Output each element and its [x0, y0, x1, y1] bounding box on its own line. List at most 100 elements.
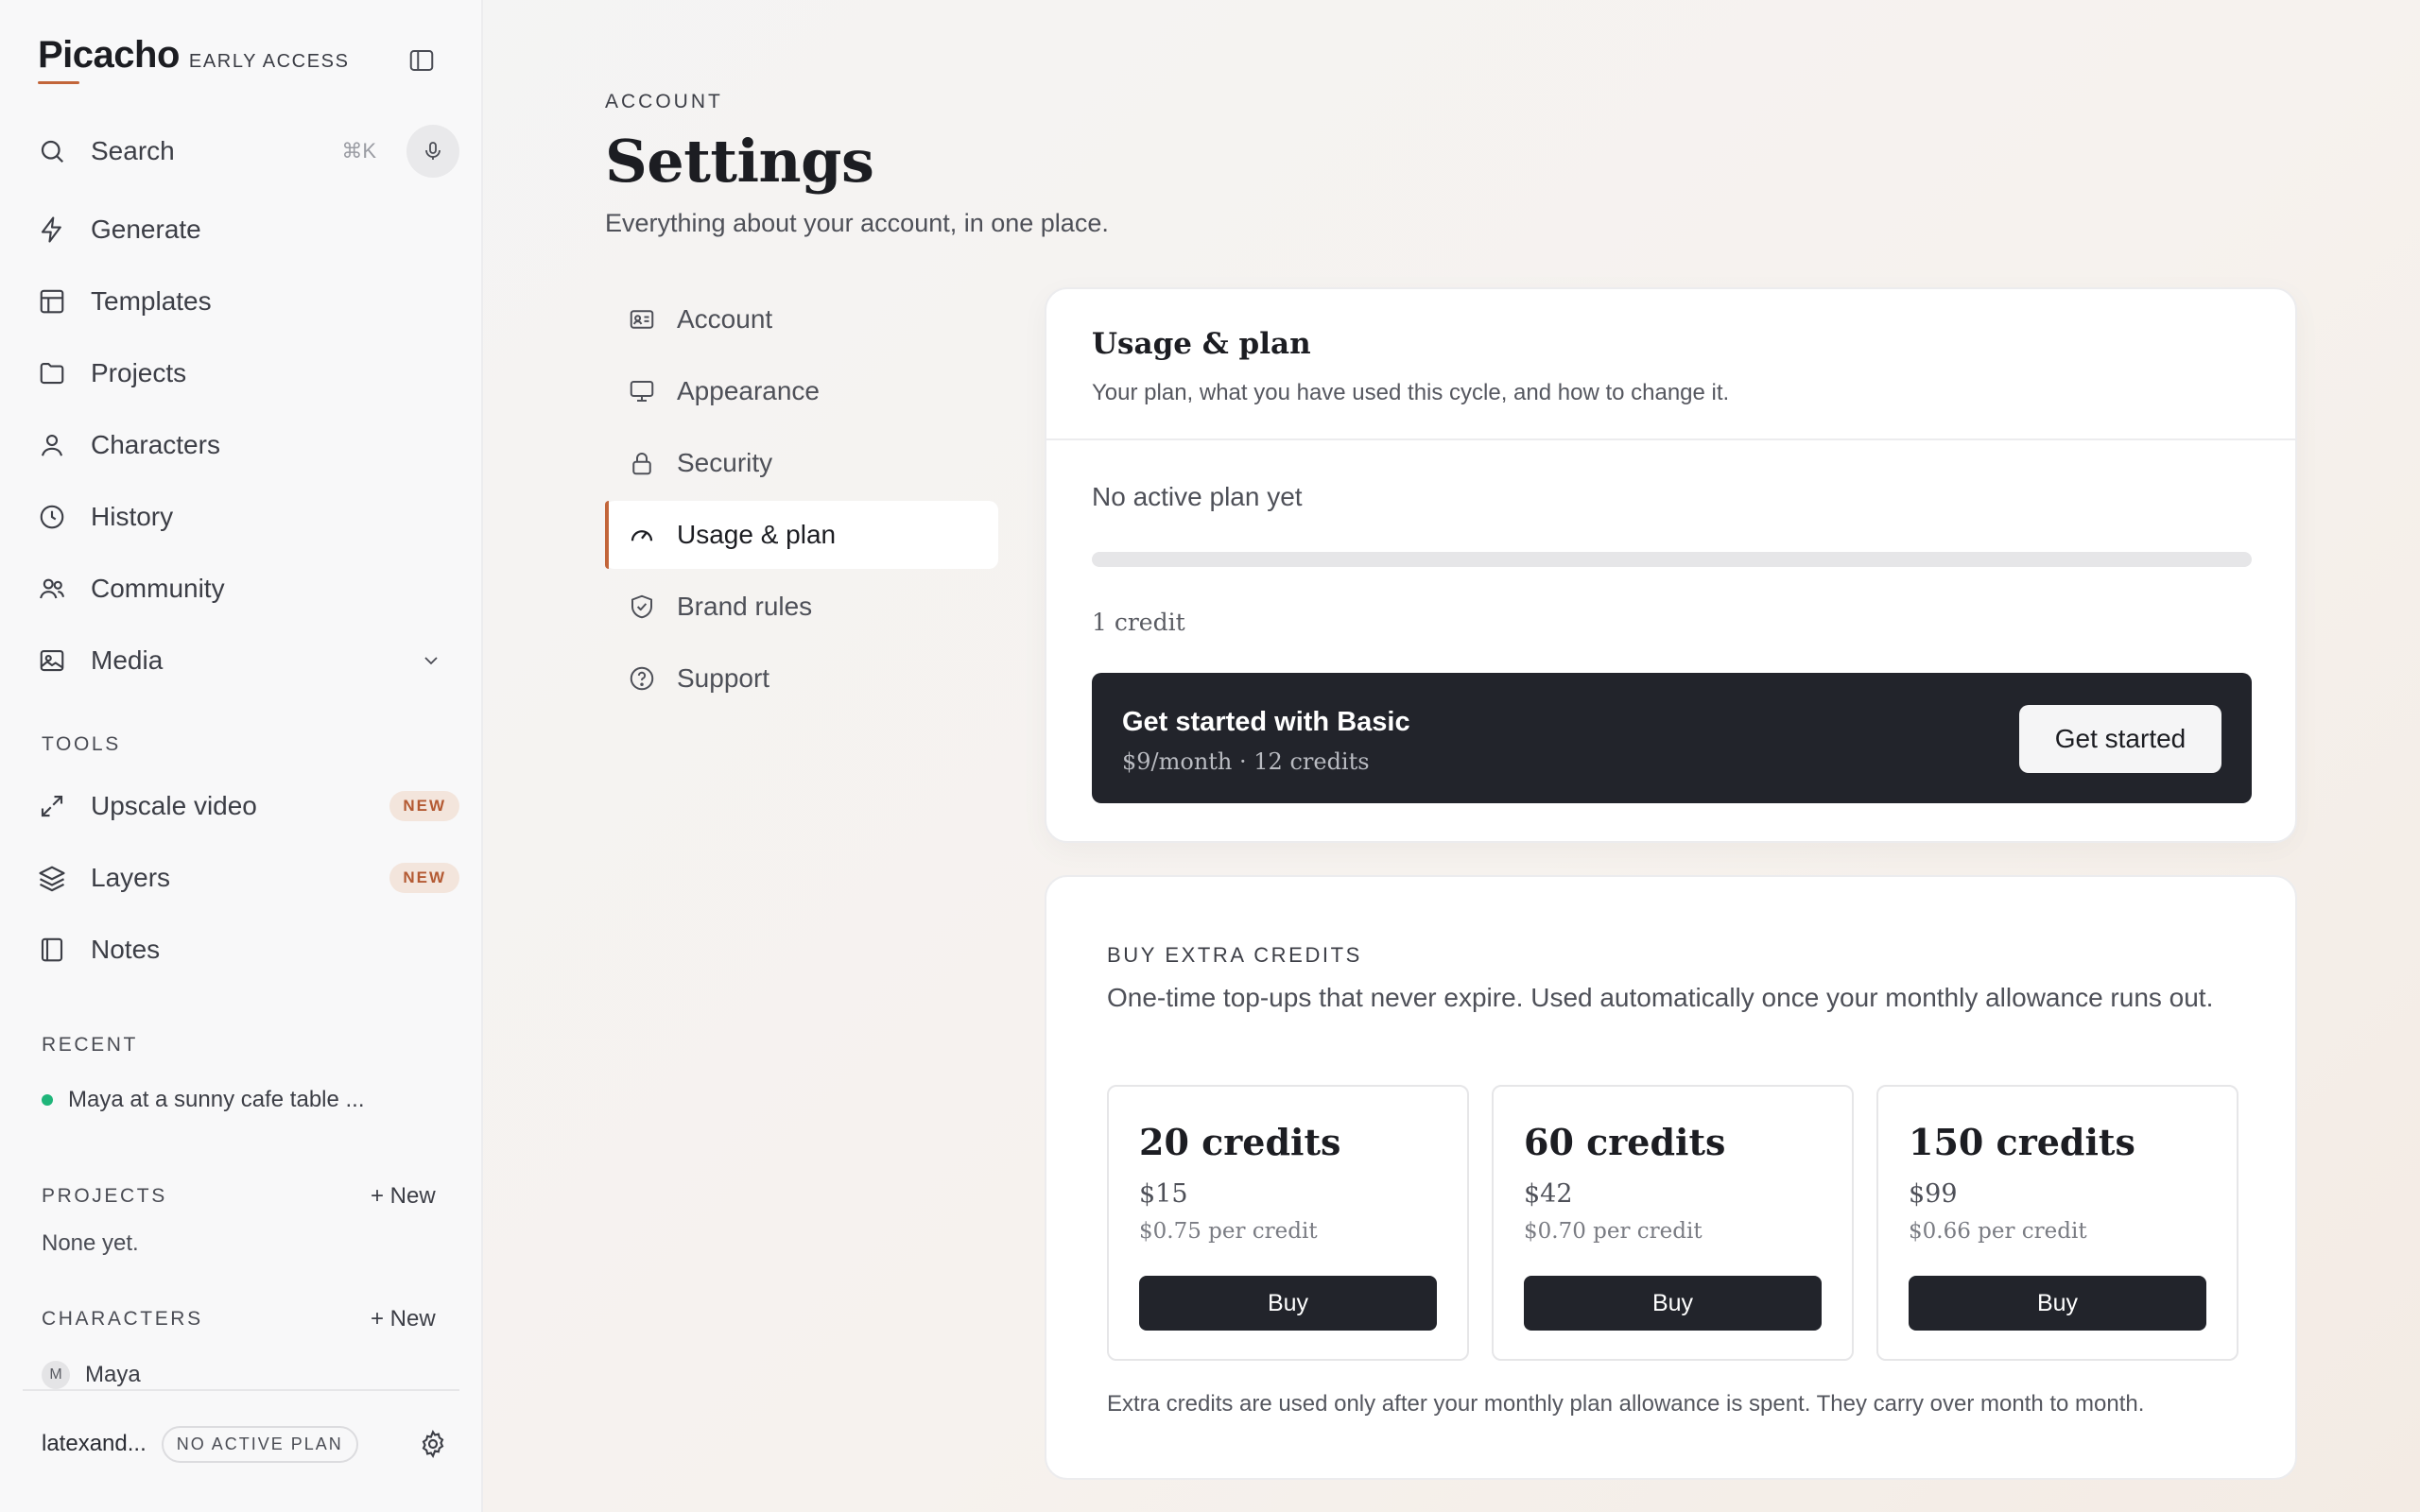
usage-plan-title: Usage & plan	[1092, 327, 1311, 361]
settings-tab-label: Appearance	[677, 376, 821, 405]
pack-title: 150 credits	[1909, 1121, 2135, 1163]
user-name[interactable]: latexand...	[42, 1431, 147, 1457]
notebook-icon	[38, 936, 76, 964]
settings-tab-brand-rules[interactable]: Brand rules	[605, 573, 998, 641]
collapse-sidebar-button[interactable]	[405, 43, 439, 77]
new-project-button[interactable]: + New	[371, 1183, 436, 1210]
page-subtitle: Everything about your account, in one pl…	[605, 209, 1109, 237]
buy-button[interactable]: Buy	[1909, 1276, 2206, 1331]
settings-tab-security[interactable]: Security	[605, 429, 998, 497]
characters-section-label: CHARACTERS	[42, 1308, 203, 1330]
settings-tab-label: Support	[677, 663, 770, 693]
character-item[interactable]: M Maya	[42, 1361, 141, 1389]
settings-button[interactable]	[418, 1429, 448, 1459]
tool-item-notes[interactable]: Notes	[38, 914, 459, 986]
pack-price: $15	[1139, 1179, 1188, 1209]
settings-tab-account[interactable]: Account	[605, 285, 998, 353]
credit-pack-150: 150 credits $99 $0.66 per credit Buy	[1876, 1085, 2238, 1361]
search-icon	[38, 137, 76, 165]
sidebar-footer: latexand... NO ACTIVE PLAN	[42, 1423, 448, 1465]
sidebar-toggle-icon	[409, 50, 434, 71]
nav-item-label: Media	[91, 645, 164, 675]
pack-price: $99	[1909, 1179, 1958, 1209]
recent-item[interactable]: Maya at a sunny cafe table ...	[42, 1087, 365, 1113]
new-badge: NEW	[389, 791, 459, 821]
nav-item-templates[interactable]: Templates	[38, 266, 459, 337]
usage-plan-header: Usage & plan Your plan, what you have us…	[1046, 289, 2295, 440]
status-dot	[42, 1094, 53, 1106]
nav-item-projects[interactable]: Projects	[38, 337, 459, 409]
extra-credits-description: One-time top-ups that never expire. Used…	[1107, 983, 2214, 1012]
nav-item-label: Characters	[91, 430, 220, 459]
microphone-icon	[425, 142, 441, 160]
tool-item-layers[interactable]: Layers NEW	[38, 842, 459, 914]
lightning-icon	[38, 215, 76, 244]
id-card-icon	[628, 305, 658, 334]
tool-item-upscale-video[interactable]: Upscale video NEW	[38, 770, 459, 842]
tools-list: Upscale video NEW Layers NEW Notes	[38, 770, 459, 986]
get-started-button[interactable]: Get started	[2019, 705, 2221, 773]
nav-item-label: Projects	[91, 358, 187, 387]
credit-pack-20: 20 credits $15 $0.75 per credit Buy	[1107, 1085, 1469, 1361]
promo-title: Get started with Basic	[1122, 707, 1410, 737]
settings-tab-usage-plan[interactable]: Usage & plan	[605, 501, 998, 569]
page-eyebrow: ACCOUNT	[605, 91, 723, 112]
settings-nav: Account Appearance Security Usage & plan…	[605, 285, 998, 716]
new-character-button[interactable]: + New	[371, 1306, 436, 1332]
credit-pack-60: 60 credits $42 $0.70 per credit Buy	[1492, 1085, 1854, 1361]
help-circle-icon	[628, 664, 658, 693]
search-bar[interactable]: Search ⌘K	[38, 123, 459, 180]
usage-plan-subtitle: Your plan, what you have used this cycle…	[1092, 380, 1730, 405]
new-badge: NEW	[389, 863, 459, 893]
projects-empty-text: None yet.	[42, 1230, 139, 1256]
pack-title: 20 credits	[1139, 1121, 1341, 1163]
settings-tab-appearance[interactable]: Appearance	[605, 357, 998, 425]
projects-section-label: PROJECTS	[42, 1185, 167, 1207]
settings-tab-label: Brand rules	[677, 592, 813, 621]
page-title: Settings	[605, 127, 874, 196]
gear-icon	[422, 1430, 444, 1458]
character-name: Maya	[85, 1362, 141, 1387]
sidebar: Picacho EARLY ACCESS Search ⌘K Generate …	[0, 0, 483, 1512]
credit-count: 1 credit	[1092, 609, 1185, 636]
settings-tab-label: Security	[677, 448, 773, 477]
image-icon	[38, 646, 76, 675]
pack-unit-price: $0.75 per credit	[1139, 1219, 1318, 1244]
lock-icon	[628, 449, 658, 477]
nav-item-label: Community	[91, 574, 225, 603]
person-icon	[38, 431, 76, 459]
search-shortcut: ⌘K	[341, 139, 376, 163]
early-access-tag: EARLY ACCESS	[188, 51, 350, 72]
people-icon	[38, 575, 76, 603]
usage-plan-card: Usage & plan Your plan, what you have us…	[1045, 287, 2297, 843]
extra-credits-card: BUY EXTRA CREDITS One-time top-ups that …	[1045, 875, 2297, 1480]
chevron-down-icon[interactable]	[420, 649, 442, 672]
nav-item-community[interactable]: Community	[38, 553, 459, 625]
nav-item-media[interactable]: Media	[38, 625, 459, 696]
nav-item-history[interactable]: History	[38, 481, 459, 553]
settings-tab-support[interactable]: Support	[605, 644, 998, 713]
basic-plan-promo: Get started with Basic $9/month · 12 cre…	[1092, 673, 2252, 803]
nav-item-characters[interactable]: Characters	[38, 409, 459, 481]
shield-check-icon	[628, 593, 658, 621]
extra-credits-eyebrow: BUY EXTRA CREDITS	[1107, 943, 1362, 967]
avatar: M	[42, 1361, 70, 1389]
plan-status-text: No active plan yet	[1092, 482, 1303, 511]
folder-icon	[38, 359, 76, 387]
pack-price: $42	[1524, 1179, 1573, 1209]
tool-item-label: Layers	[91, 863, 171, 892]
nav-item-generate[interactable]: Generate	[38, 194, 459, 266]
brand[interactable]: Picacho EARLY ACCESS	[38, 34, 350, 84]
page-header: ACCOUNT Settings Everything about your a…	[605, 91, 1109, 238]
clock-icon	[38, 503, 76, 531]
buy-button[interactable]: Buy	[1524, 1276, 1822, 1331]
plan-status-badge: NO ACTIVE PLAN	[161, 1425, 358, 1463]
tool-item-label: Upscale video	[91, 791, 257, 820]
main-nav: Generate Templates Projects Characters H…	[38, 194, 459, 696]
promo-subtitle: $9/month · 12 credits	[1122, 748, 1370, 775]
voice-search-button[interactable]	[406, 125, 459, 178]
tools-section-label: TOOLS	[42, 733, 121, 755]
buy-button[interactable]: Buy	[1139, 1276, 1437, 1331]
pack-unit-price: $0.66 per credit	[1909, 1219, 2087, 1244]
expand-icon	[38, 792, 76, 820]
